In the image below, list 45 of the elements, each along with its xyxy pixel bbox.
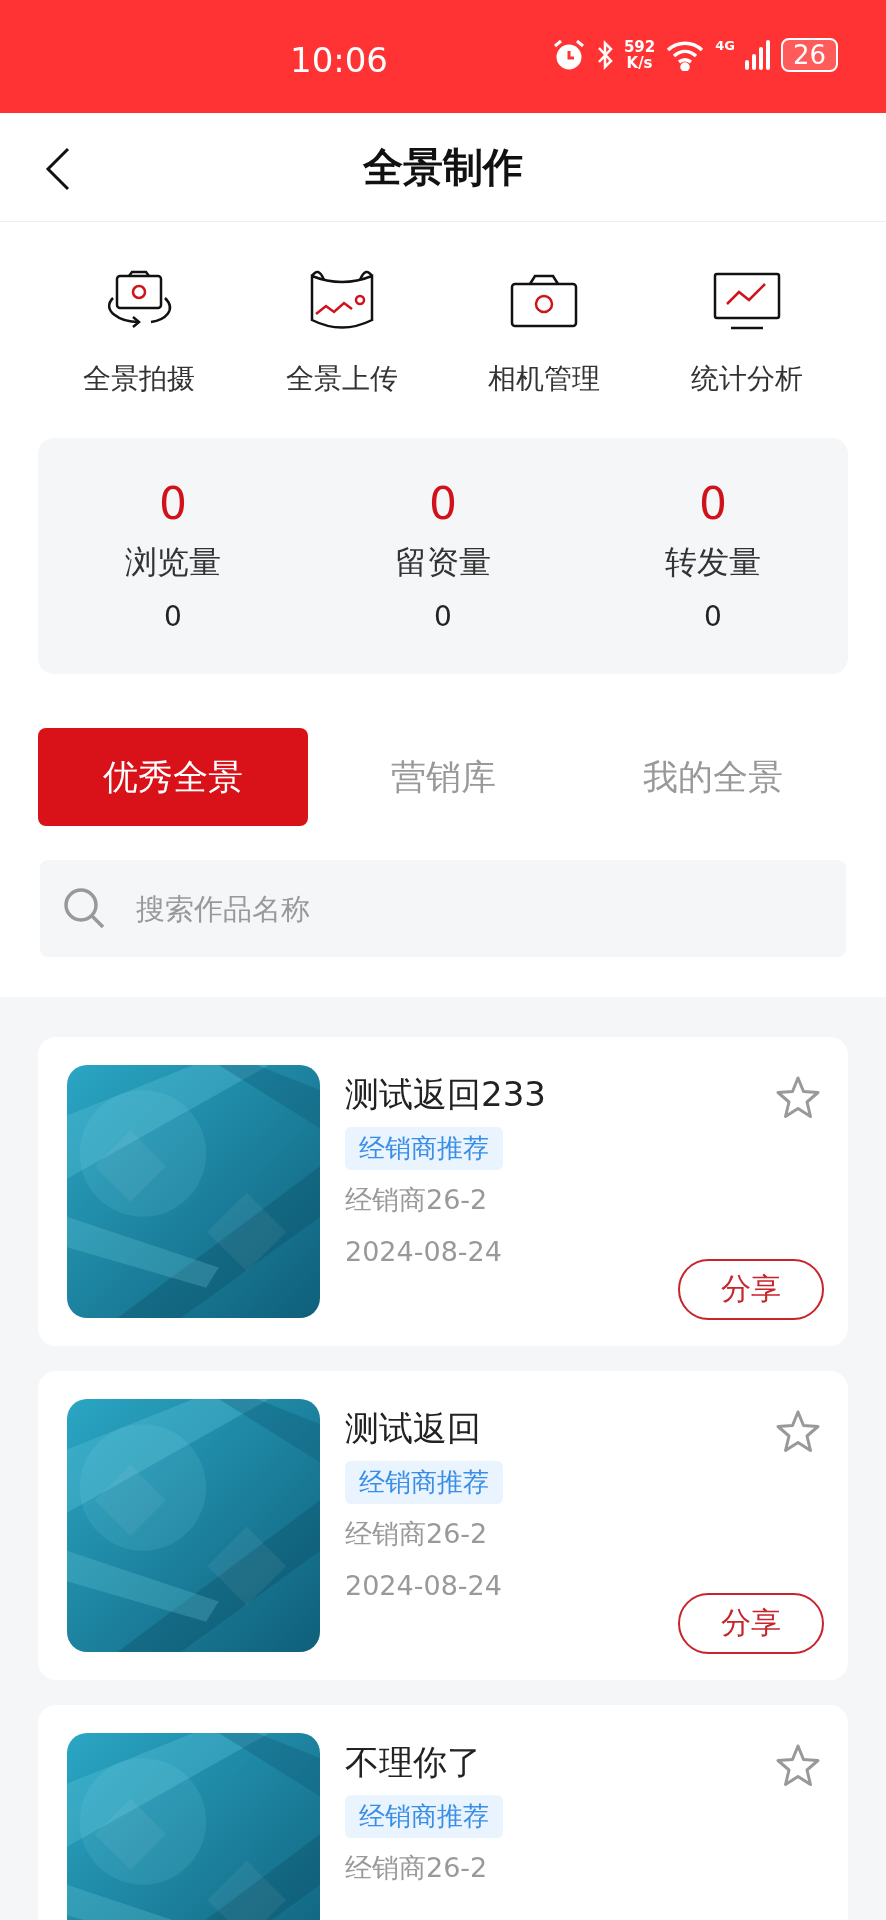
work-card[interactable]: 测试返回233 经销商推荐 经销商26-2 2024-08-24 分享	[38, 1037, 848, 1346]
signal-icon	[744, 40, 771, 70]
status-time: 10:06	[290, 40, 388, 80]
work-date: 2024-08-24	[345, 1569, 502, 1603]
dealer-name: 经销商26-2	[345, 1183, 488, 1217]
stat-label: 留资量	[395, 542, 491, 583]
star-icon[interactable]	[775, 1409, 821, 1455]
action-button[interactable]: 全景上传	[240, 270, 443, 398]
share-button[interactable]: 分享	[678, 1593, 824, 1654]
network-type: 4G	[715, 38, 735, 53]
work-card[interactable]: 测试返回 经销商推荐 经销商26-2 2024-08-24 分享	[38, 1371, 848, 1680]
recommend-tag: 经销商推荐	[345, 1127, 503, 1170]
stat-value: 0	[699, 478, 727, 530]
recommend-tag: 经销商推荐	[345, 1795, 503, 1838]
wifi-icon	[665, 39, 706, 71]
search-field[interactable]: 搜索作品名称	[40, 860, 846, 957]
work-card[interactable]: 不理你了 经销商推荐 经销商26-2	[38, 1705, 848, 1920]
battery-level: 26	[780, 38, 838, 72]
stat-value: 0	[159, 478, 187, 530]
work-title: 测试返回	[345, 1407, 481, 1450]
search-icon	[62, 886, 106, 930]
dealer-name: 经销商26-2	[345, 1851, 488, 1885]
stat-subvalue: 0	[704, 599, 722, 635]
alarm-icon	[551, 38, 586, 72]
page-title: 全景制作	[363, 142, 523, 192]
work-title: 不理你了	[345, 1741, 481, 1784]
stat-label: 浏览量	[125, 542, 221, 583]
recommend-tag: 经销商推荐	[345, 1461, 503, 1504]
action-button[interactable]: 全景拍摄	[38, 270, 241, 398]
action-button[interactable]: 相机管理	[443, 270, 646, 398]
stat-subvalue: 0	[434, 599, 452, 635]
stat-label: 转发量	[665, 542, 761, 583]
stat-subvalue: 0	[164, 599, 182, 635]
bluetooth-icon	[595, 39, 614, 71]
work-title: 测试返回233	[345, 1073, 546, 1116]
speed-unit: K/s	[626, 55, 653, 71]
star-icon[interactable]	[775, 1075, 821, 1121]
tab[interactable]: 优秀全景	[38, 728, 308, 826]
dealer-name: 经销商26-2	[345, 1517, 488, 1551]
share-button[interactable]: 分享	[678, 1259, 824, 1320]
work-date: 2024-08-24	[345, 1235, 502, 1269]
stat-value: 0	[429, 478, 457, 530]
action-button[interactable]: 统计分析	[645, 270, 848, 398]
star-icon[interactable]	[775, 1743, 821, 1789]
speed-value: 592	[623, 39, 656, 55]
